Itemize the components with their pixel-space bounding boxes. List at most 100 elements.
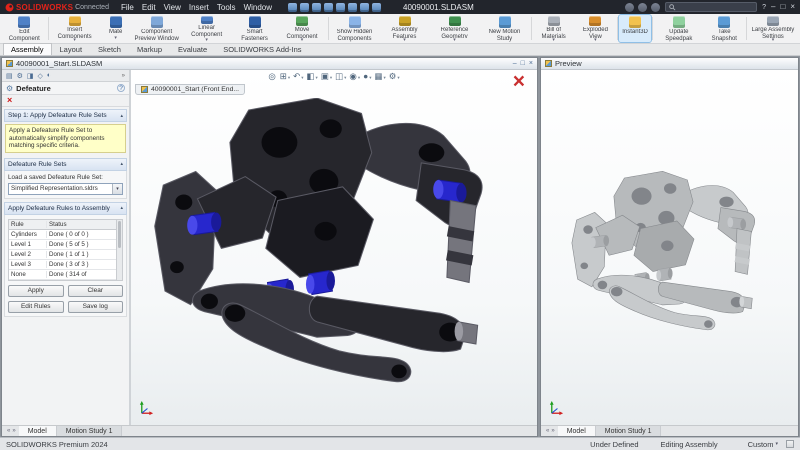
redo-icon[interactable] (348, 3, 357, 12)
ribbon-button-bill-of-materials[interactable]: Bill of Materials ▾ (532, 15, 574, 42)
tab-layout[interactable]: Layout (52, 43, 91, 55)
tab-motion-study-1[interactable]: Motion Study 1 (57, 426, 123, 436)
document-window-titlebar[interactable]: 40090001_Start.SLDASM (2, 58, 537, 70)
cancel-defeature-button[interactable] (513, 72, 525, 91)
ribbon-button-move-component[interactable]: Move Component ▾ (278, 15, 327, 42)
menu-file[interactable]: File (121, 3, 134, 12)
preview-tab-model[interactable]: Model (558, 426, 596, 436)
dimxpert-icon[interactable]: ◇ (38, 72, 43, 80)
scrollbar-thumb[interactable] (118, 221, 121, 248)
chevron-down-icon[interactable] (112, 184, 122, 194)
tab-markup[interactable]: Markup (129, 43, 170, 55)
display-manager-icon[interactable]: ◐ (47, 72, 51, 80)
assembly-model[interactable] (139, 98, 519, 397)
preview-viewport[interactable] (541, 70, 798, 425)
user-icon[interactable] (651, 3, 660, 12)
ribbon-button-new-motion-study[interactable]: New Motion Study (480, 15, 530, 42)
preview-model[interactable] (569, 159, 769, 351)
ribbon-button-reference-geometry[interactable]: Reference Geometry ▾ (430, 15, 480, 42)
save-log-button[interactable]: Save log (68, 301, 124, 313)
section-view-icon[interactable]: ◧ ▾ (307, 72, 318, 81)
search-input[interactable] (679, 3, 753, 12)
edit-rules-button[interactable]: Edit Rules (8, 301, 64, 313)
step-header[interactable]: Step 1: Apply Defeature Rule Sets (4, 109, 127, 122)
menu-tools[interactable]: Tools (217, 3, 236, 12)
display-style-icon[interactable]: ◫ ▾ (335, 72, 346, 81)
tab-scroll-arrows[interactable] (4, 426, 19, 436)
ribbon-button-smart-fasteners[interactable]: Smart Fasteners (232, 15, 278, 42)
pm-help-icon[interactable]: ? (117, 84, 125, 92)
tab-model[interactable]: Model (19, 426, 57, 436)
undo-icon[interactable] (336, 3, 345, 12)
ribbon-button-edit-component[interactable]: Edit Component (2, 15, 47, 42)
edit-appearance-icon[interactable]: ● ▾ (363, 72, 371, 81)
rule-sets-group-header[interactable]: Defeature Rule Sets (4, 158, 127, 171)
print-icon[interactable] (324, 3, 333, 12)
preview-tab-motion-study-1[interactable]: Motion Study 1 (596, 426, 662, 436)
apply-scene-icon[interactable]: ▦ ▾ (375, 72, 386, 81)
tab-scroll-arrows[interactable] (543, 426, 558, 436)
configurations-icon[interactable]: ◨ (27, 72, 34, 80)
zoom-to-area-icon[interactable]: ⊞ ▾ (280, 72, 290, 81)
expand-pane-icon[interactable]: » (122, 73, 125, 79)
tab-solidworks-add-ins[interactable]: SOLIDWORKS Add-Ins (215, 43, 309, 55)
options-icon[interactable] (372, 3, 381, 12)
preview-titlebar[interactable]: Preview (541, 58, 798, 70)
zoom-to-fit-icon[interactable]: ◎ (268, 72, 276, 81)
rule-table-row[interactable]: None Done ( 314 of (9, 270, 116, 280)
ribbon-button-exploded-view[interactable]: Exploded View ▾ (575, 15, 616, 42)
buttons-row-2: Edit Rules Save log (8, 301, 123, 313)
ribbon-button-instant3d[interactable]: Instant3D (619, 15, 651, 42)
search-box[interactable] (665, 2, 757, 12)
notifications-icon[interactable] (638, 3, 647, 12)
previous-view-icon[interactable]: ↶ ▾ (293, 72, 303, 81)
rule-set-dropdown[interactable]: Simplified Representation.sldrs (8, 183, 123, 195)
document-tab[interactable]: 40090001_Start (Front End... (135, 84, 245, 95)
view-orientation-icon[interactable]: ▣ ▾ (321, 72, 332, 81)
rule-table-row[interactable]: Level 2 Done ( 1 of 1 ) (9, 250, 116, 260)
ribbon-button-linear-component-pattern[interactable]: Linear Component Pattern ▾ (182, 15, 232, 42)
apply-button[interactable]: Apply (8, 285, 64, 297)
pane-toggle-icon[interactable] (786, 440, 794, 448)
apply-rules-group-header[interactable]: Apply Defeature Rules to Assembly (4, 202, 127, 215)
rule-table-row[interactable]: Level 1 Done ( 5 of 5 ) (9, 240, 116, 250)
back-arrow-icon[interactable] (288, 3, 297, 12)
menu-insert[interactable]: Insert (189, 3, 209, 12)
document-restore-button[interactable] (521, 60, 525, 67)
ribbon-button-take-snapshot[interactable]: Take Snapshot (704, 15, 745, 42)
help-icon[interactable]: ? (762, 4, 766, 11)
forward-arrow-icon[interactable] (300, 3, 309, 12)
rebuild-icon[interactable] (360, 3, 369, 12)
sync-icon[interactable] (625, 3, 634, 12)
ribbon-button-update-speedpak[interactable]: Update Speedpak (654, 15, 704, 42)
menu-view[interactable]: View (164, 3, 181, 12)
ribbon-button-show-hidden-components[interactable]: Show Hidden Components (330, 15, 380, 42)
ribbon-button-large-assembly-settings[interactable]: Large Assembly Settings ▾ (748, 15, 798, 42)
cancel-button[interactable] (7, 96, 12, 105)
ribbon-button-component-preview-window[interactable]: Component Preview Window (132, 15, 182, 42)
menu-edit[interactable]: Edit (142, 3, 156, 12)
rule-table-row[interactable]: Level 3 Done ( 3 of 3 ) (9, 260, 116, 270)
minimize-button[interactable] (771, 3, 775, 11)
tab-sketch[interactable]: Sketch (90, 43, 129, 55)
view-settings-icon[interactable]: ⚙ ▾ (389, 72, 400, 81)
close-button[interactable] (790, 3, 795, 11)
maximize-button[interactable] (780, 3, 785, 11)
tab-assembly[interactable]: Assembly (3, 43, 52, 55)
property-manager-icon[interactable]: ⚙ (17, 72, 23, 80)
document-close-button[interactable] (529, 60, 533, 67)
ribbon-button-assembly-features[interactable]: Assembly Features ▾ (380, 15, 430, 42)
document-minimize-button[interactable] (513, 60, 517, 67)
ribbon-button-mate[interactable]: Mate ▾ (100, 15, 132, 42)
table-scrollbar[interactable] (116, 220, 122, 280)
custom-dropdown[interactable]: Custom (748, 440, 778, 449)
clear-button[interactable]: Clear (68, 285, 124, 297)
feature-tree-icon[interactable]: ▤ (6, 72, 13, 80)
hide-show-items-icon[interactable]: ◉ ▾ (349, 72, 360, 81)
save-icon[interactable] (312, 3, 321, 12)
ribbon-button-insert-components[interactable]: Insert Components ▾ (50, 15, 100, 42)
tab-evaluate[interactable]: Evaluate (170, 43, 215, 55)
menu-window[interactable]: Window (244, 3, 272, 12)
rule-table-row[interactable]: Cylinders Done ( 0 of 0 ) (9, 230, 116, 240)
graphics-viewport[interactable]: ◎ ⊞ ▾ ↶ ▾ ◧ ▾ ▣ ▾ ◫ ▾ ◉ ▾ ● ▾ ▦ ▾ ⚙ ▾ 40… (131, 70, 537, 425)
